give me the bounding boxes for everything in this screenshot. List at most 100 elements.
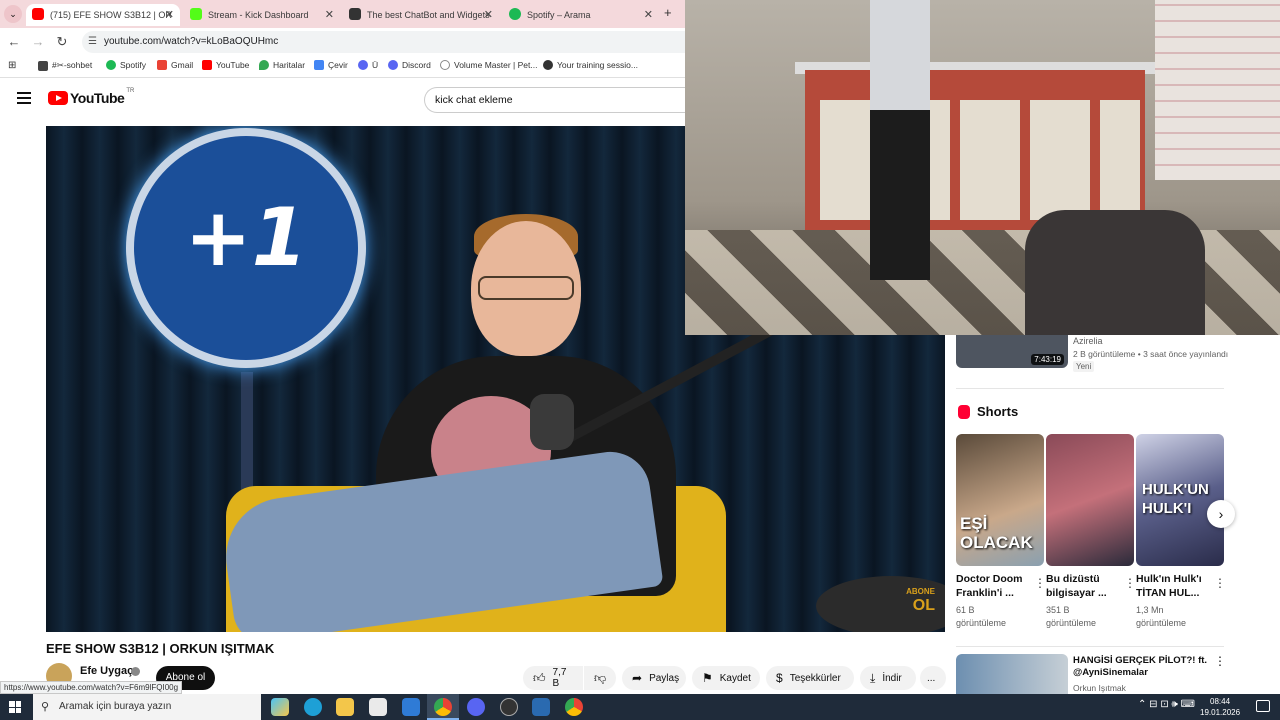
- url-text: youtube.com/watch?v=kLoBaOQUHmc: [104, 36, 279, 47]
- bookmark-training[interactable]: Your training sessio...: [543, 60, 638, 70]
- obs-icon[interactable]: [500, 698, 518, 716]
- more-vert-icon[interactable]: ⋮: [1214, 576, 1226, 590]
- thanks-dollar-icon: $: [776, 671, 783, 685]
- more-vert-icon[interactable]: ⋮: [1214, 654, 1226, 668]
- bookmark-youtube[interactable]: YouTube: [202, 60, 249, 70]
- more-vert-icon[interactable]: ⋮: [1124, 576, 1136, 590]
- short-title[interactable]: Doctor Doom Franklin'i ...: [956, 572, 1036, 600]
- short-overlay-text: EŞİ OLACAK: [960, 514, 1033, 552]
- site-info-icon[interactable]: ☰: [88, 31, 97, 53]
- short-item[interactable]: Bu dizüstü bilgisayar ... 351 B görüntül…: [1046, 434, 1136, 630]
- new-tab-button[interactable]: +: [664, 5, 672, 20]
- kick-favicon-icon: [190, 8, 202, 20]
- bookmark-spotify[interactable]: Spotify: [106, 60, 146, 70]
- bookmark-gmail[interactable]: Gmail: [157, 60, 193, 70]
- clock[interactable]: 08:44 19.01.2026: [1200, 696, 1240, 718]
- webcam-tiles: [1155, 0, 1280, 180]
- thumbs-up-icon: 👍︎: [533, 670, 546, 685]
- mail-icon[interactable]: [402, 698, 420, 716]
- training-icon: [543, 60, 553, 70]
- download-button[interactable]: ⤓ İndir: [860, 666, 916, 690]
- more-actions-button[interactable]: ...: [920, 666, 946, 690]
- tab-label: (715) EFE SHOW S3B12 | OR: [50, 10, 172, 20]
- file-explorer-icon[interactable]: [336, 698, 354, 716]
- short-title[interactable]: Bu dizüstü bilgisayar ...: [1046, 572, 1126, 600]
- close-tab-icon[interactable]: ✕: [484, 8, 493, 21]
- edge-icon[interactable]: [304, 698, 322, 716]
- reload-icon[interactable]: ↻: [54, 34, 70, 50]
- windows-start-icon[interactable]: [9, 701, 21, 713]
- divider: [956, 646, 1224, 647]
- bookmarks-bar: ⊞ #✂-sohbet Spotify Gmail YouTube Harita…: [0, 56, 685, 78]
- url-field[interactable]: ☰ youtube.com/watch?v=kLoBaOQUHmc: [82, 31, 685, 53]
- tab-youtube[interactable]: (715) EFE SHOW S3B12 | OR ✕: [26, 4, 180, 26]
- new-badge: Yeni: [1073, 361, 1095, 372]
- short-thumbnail[interactable]: HULK'UN HULK'I: [1136, 434, 1224, 566]
- share-button[interactable]: ➦ Paylaş: [622, 666, 686, 690]
- recommended-thumbnail[interactable]: [956, 654, 1068, 694]
- chrome-icon[interactable]: [434, 698, 452, 716]
- dislike-button[interactable]: 👎︎: [584, 666, 616, 690]
- channel-name[interactable]: Efe Uygaç: [80, 665, 133, 677]
- bookmark-label: YouTube: [216, 60, 250, 70]
- short-thumbnail[interactable]: [1046, 434, 1134, 566]
- bookmark-icon: ⚑: [702, 671, 713, 685]
- save-button[interactable]: ⚑ Kaydet: [692, 666, 760, 690]
- youtube-logo[interactable]: YouTube TR: [48, 88, 134, 106]
- menu-icon[interactable]: [17, 92, 31, 104]
- close-tab-icon[interactable]: ✕: [325, 8, 334, 21]
- bookmark-volume-master[interactable]: Volume Master | Pet...: [440, 60, 537, 70]
- taskbar-search-input[interactable]: ⚲ Aramak için buraya yazın: [33, 694, 261, 720]
- short-item[interactable]: EŞİ OLACAK Doctor Doom Franklin'i ... 61…: [956, 434, 1046, 630]
- bookmark-sohbet[interactable]: #✂-sohbet: [38, 60, 92, 71]
- divider: [956, 388, 1224, 389]
- recommended-channel[interactable]: Azirelia: [1073, 336, 1103, 346]
- system-tray[interactable]: ⌃ ⊟ ⊡ 🕪︎ ⌨: [1138, 699, 1195, 710]
- bookmark-label: Spotify: [120, 60, 146, 70]
- notification-icon[interactable]: [1256, 700, 1270, 712]
- tab-spotify[interactable]: Spotify – Arama ✕: [503, 4, 659, 26]
- tab-chatbot[interactable]: The best ChatBot and Widgets ✕: [343, 4, 499, 26]
- forward-arrow-icon[interactable]: →: [30, 34, 46, 50]
- youtube-header: YouTube TR kick chat ekleme: [0, 80, 685, 120]
- copilot-icon[interactable]: [271, 698, 289, 716]
- short-title[interactable]: Hulk'ın Hulk'ı TİTAN HUL...: [1136, 572, 1216, 600]
- bookmark-label: Ü: [372, 60, 379, 70]
- translate-icon: [314, 60, 324, 70]
- discord-icon[interactable]: [467, 698, 485, 716]
- vscode-icon[interactable]: [532, 698, 550, 716]
- share-label: Paylaş: [649, 672, 680, 684]
- tab-kick[interactable]: Stream - Kick Dashboard ✕: [184, 4, 340, 26]
- tab-search-button[interactable]: ⌄: [4, 5, 22, 23]
- search-input[interactable]: kick chat ekleme: [424, 87, 685, 113]
- short-item[interactable]: HULK'UN HULK'I Hulk'ın Hulk'ı TİTAN HUL.…: [1136, 434, 1226, 630]
- tab-label: Stream - Kick Dashboard: [208, 10, 309, 20]
- recommended-channel[interactable]: Orkun Işıtmak: [1073, 683, 1126, 693]
- bookmark-translate[interactable]: Çevir: [314, 60, 348, 70]
- bookmark-discord[interactable]: Discord: [388, 60, 431, 70]
- bookmark-maps[interactable]: Haritalar: [259, 60, 305, 70]
- recommended-title[interactable]: HANGİSİ GERÇEK PİLOT?! ft. @AyniSinemala…: [1073, 655, 1213, 679]
- close-tab-icon[interactable]: ✕: [165, 8, 174, 21]
- download-icon: ⤓: [870, 670, 876, 685]
- shorts-next-arrow-icon[interactable]: ›: [1207, 500, 1235, 528]
- apps-grid-icon[interactable]: ⊞: [8, 60, 16, 71]
- youtube-favicon-icon: [32, 8, 44, 20]
- spotify-favicon-icon: [509, 8, 521, 20]
- thanks-button[interactable]: $ Teşekkürler: [766, 666, 854, 690]
- short-thumbnail[interactable]: EŞİ OLACAK: [956, 434, 1044, 566]
- bookmark-label: Discord: [402, 60, 431, 70]
- plus-one-sign: +1: [126, 128, 366, 368]
- store-icon[interactable]: [369, 698, 387, 716]
- bookmark-u[interactable]: Ü: [358, 60, 378, 70]
- thumbs-down-icon: 👎︎: [594, 670, 607, 685]
- recommended-thumbnail[interactable]: 7:43:19: [956, 335, 1068, 368]
- back-arrow-icon[interactable]: ←: [6, 34, 22, 50]
- webcam-person-legs: [870, 110, 930, 280]
- subscribe-watermark[interactable]: ABONE OL: [906, 585, 935, 614]
- short-views: 61 B görüntüleme: [956, 605, 1007, 628]
- more-vert-icon[interactable]: ⋮: [1034, 576, 1046, 590]
- like-button[interactable]: 👍︎ 7,7 B: [523, 666, 583, 690]
- chrome-profile-icon[interactable]: [565, 698, 583, 716]
- close-tab-icon[interactable]: ✕: [644, 8, 653, 21]
